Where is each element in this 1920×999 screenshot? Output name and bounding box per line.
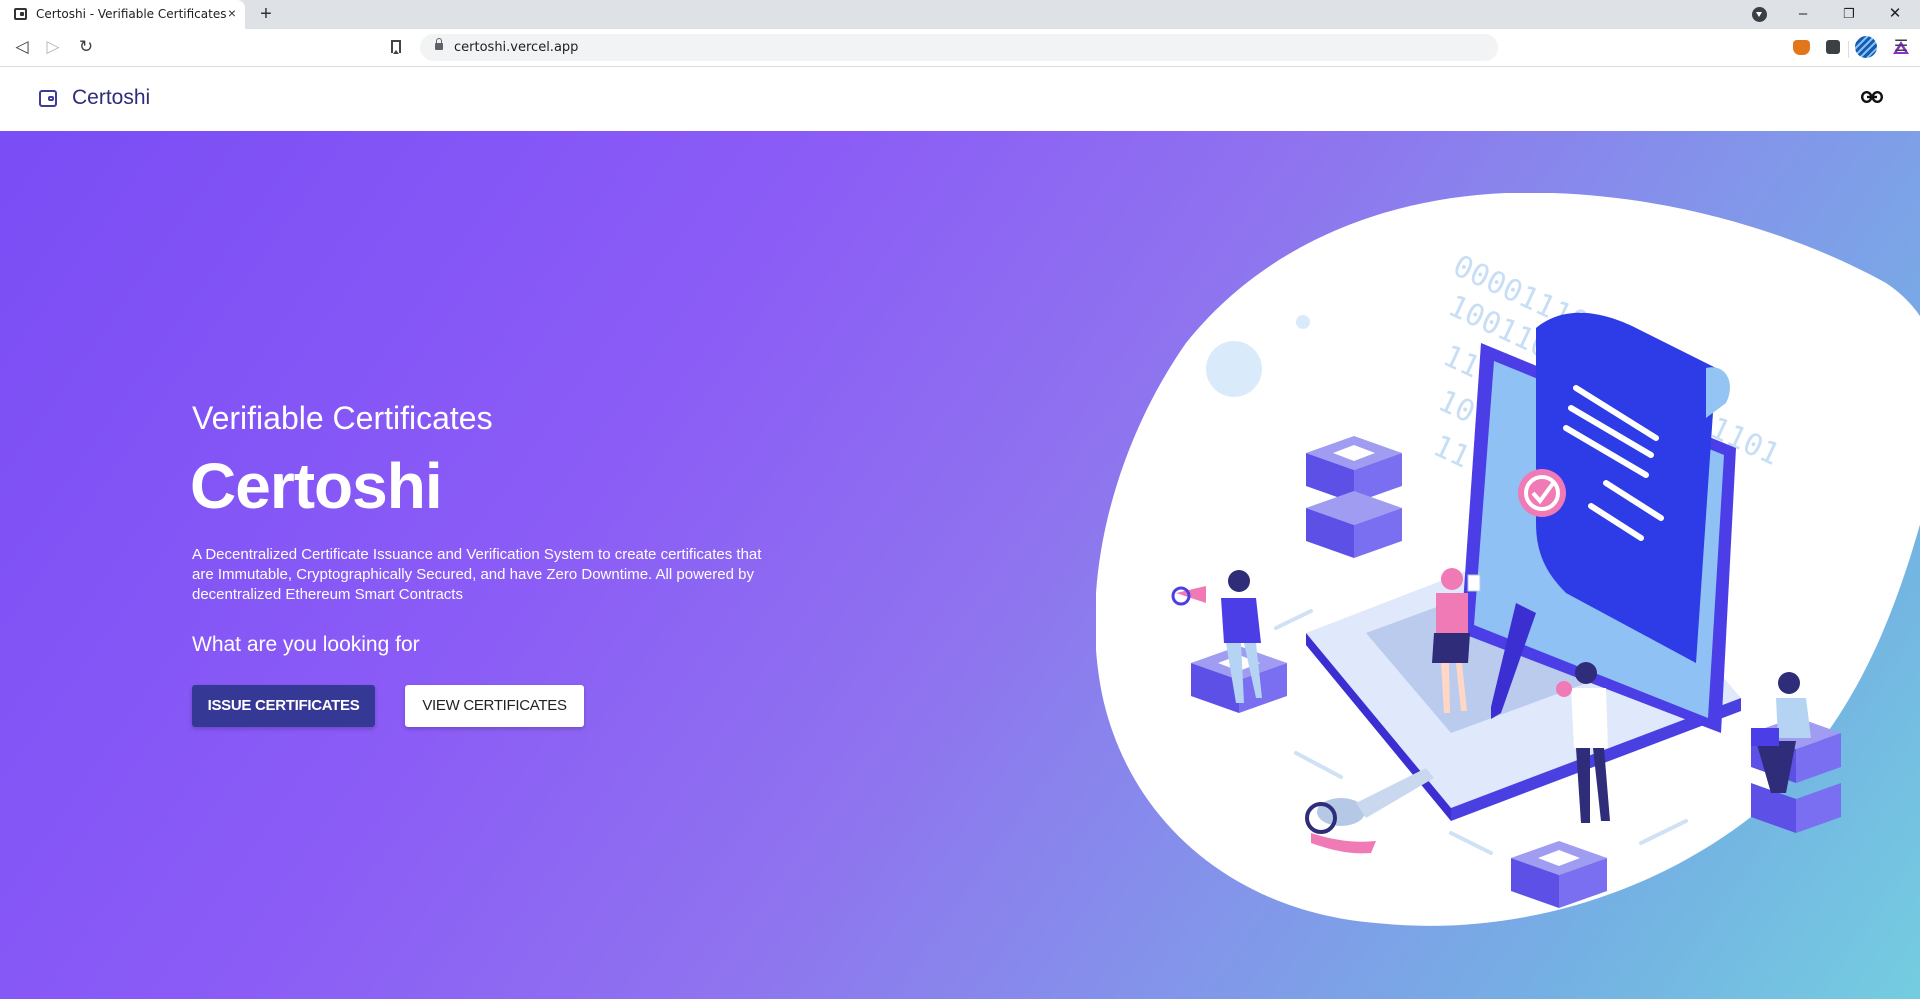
hero-illustration: 000011100001 10011010110110001101 11 10 … <box>1096 193 1920 926</box>
tab-close-icon[interactable]: × <box>224 5 240 21</box>
omnibox-divider <box>1848 41 1849 58</box>
lock-icon[interactable] <box>435 38 443 50</box>
hero-description: A Decentralized Certificate Issuance and… <box>192 546 762 603</box>
view-certificates-button[interactable]: VIEW CERTIFICATES <box>405 685 584 727</box>
browser-tab[interactable]: Certoshi - Verifiable Certificates × <box>0 0 245 29</box>
hero-title: Certoshi <box>190 450 443 522</box>
hero-question: What are you looking for <box>192 633 420 656</box>
profile-globe-icon[interactable] <box>1855 36 1877 58</box>
tab-search-icon[interactable] <box>1752 7 1767 22</box>
hero-section: Verifiable Certificates Certoshi A Decen… <box>0 131 1920 999</box>
decor-circle <box>1206 341 1262 397</box>
brand-name[interactable]: Certoshi <box>72 86 150 110</box>
reload-button[interactable]: ↻ <box>74 35 98 59</box>
metamask-extension-icon[interactable] <box>1793 40 1810 55</box>
extensions-icon[interactable] <box>1826 40 1840 54</box>
tab-favicon-icon <box>14 8 27 20</box>
forward-button[interactable]: ▷ <box>41 35 65 59</box>
link-icon[interactable] <box>1861 91 1883 103</box>
tab-title: Certoshi - Verifiable Certificates <box>36 7 227 21</box>
restore-button[interactable]: ❐ <box>1832 3 1866 25</box>
bookmark-icon[interactable] <box>391 40 401 54</box>
address-bar[interactable]: certoshi.vercel.app <box>420 34 1909 61</box>
wallet-logo-icon[interactable] <box>39 90 57 107</box>
close-window-button[interactable]: ✕ <box>1878 3 1912 25</box>
url-text[interactable]: certoshi.vercel.app <box>454 40 578 55</box>
browser-tab-strip: Certoshi - Verifiable Certificates × + –… <box>0 0 1920 29</box>
new-tab-button[interactable]: + <box>255 3 277 25</box>
issue-certificates-button[interactable]: ISSUE CERTIFICATES <box>192 685 375 727</box>
back-button[interactable]: ◁ <box>10 35 34 59</box>
app-navbar: Certoshi <box>0 67 1920 131</box>
hero-subtitle: Verifiable Certificates <box>192 400 493 436</box>
minimize-button[interactable]: – <box>1786 3 1820 25</box>
menu-icon[interactable]: ☰ <box>1893 36 1909 58</box>
decor-circle <box>1296 315 1310 329</box>
browser-toolbar: ◁ ▷ ↻ certoshi.vercel.app ☰ <box>0 29 1920 67</box>
